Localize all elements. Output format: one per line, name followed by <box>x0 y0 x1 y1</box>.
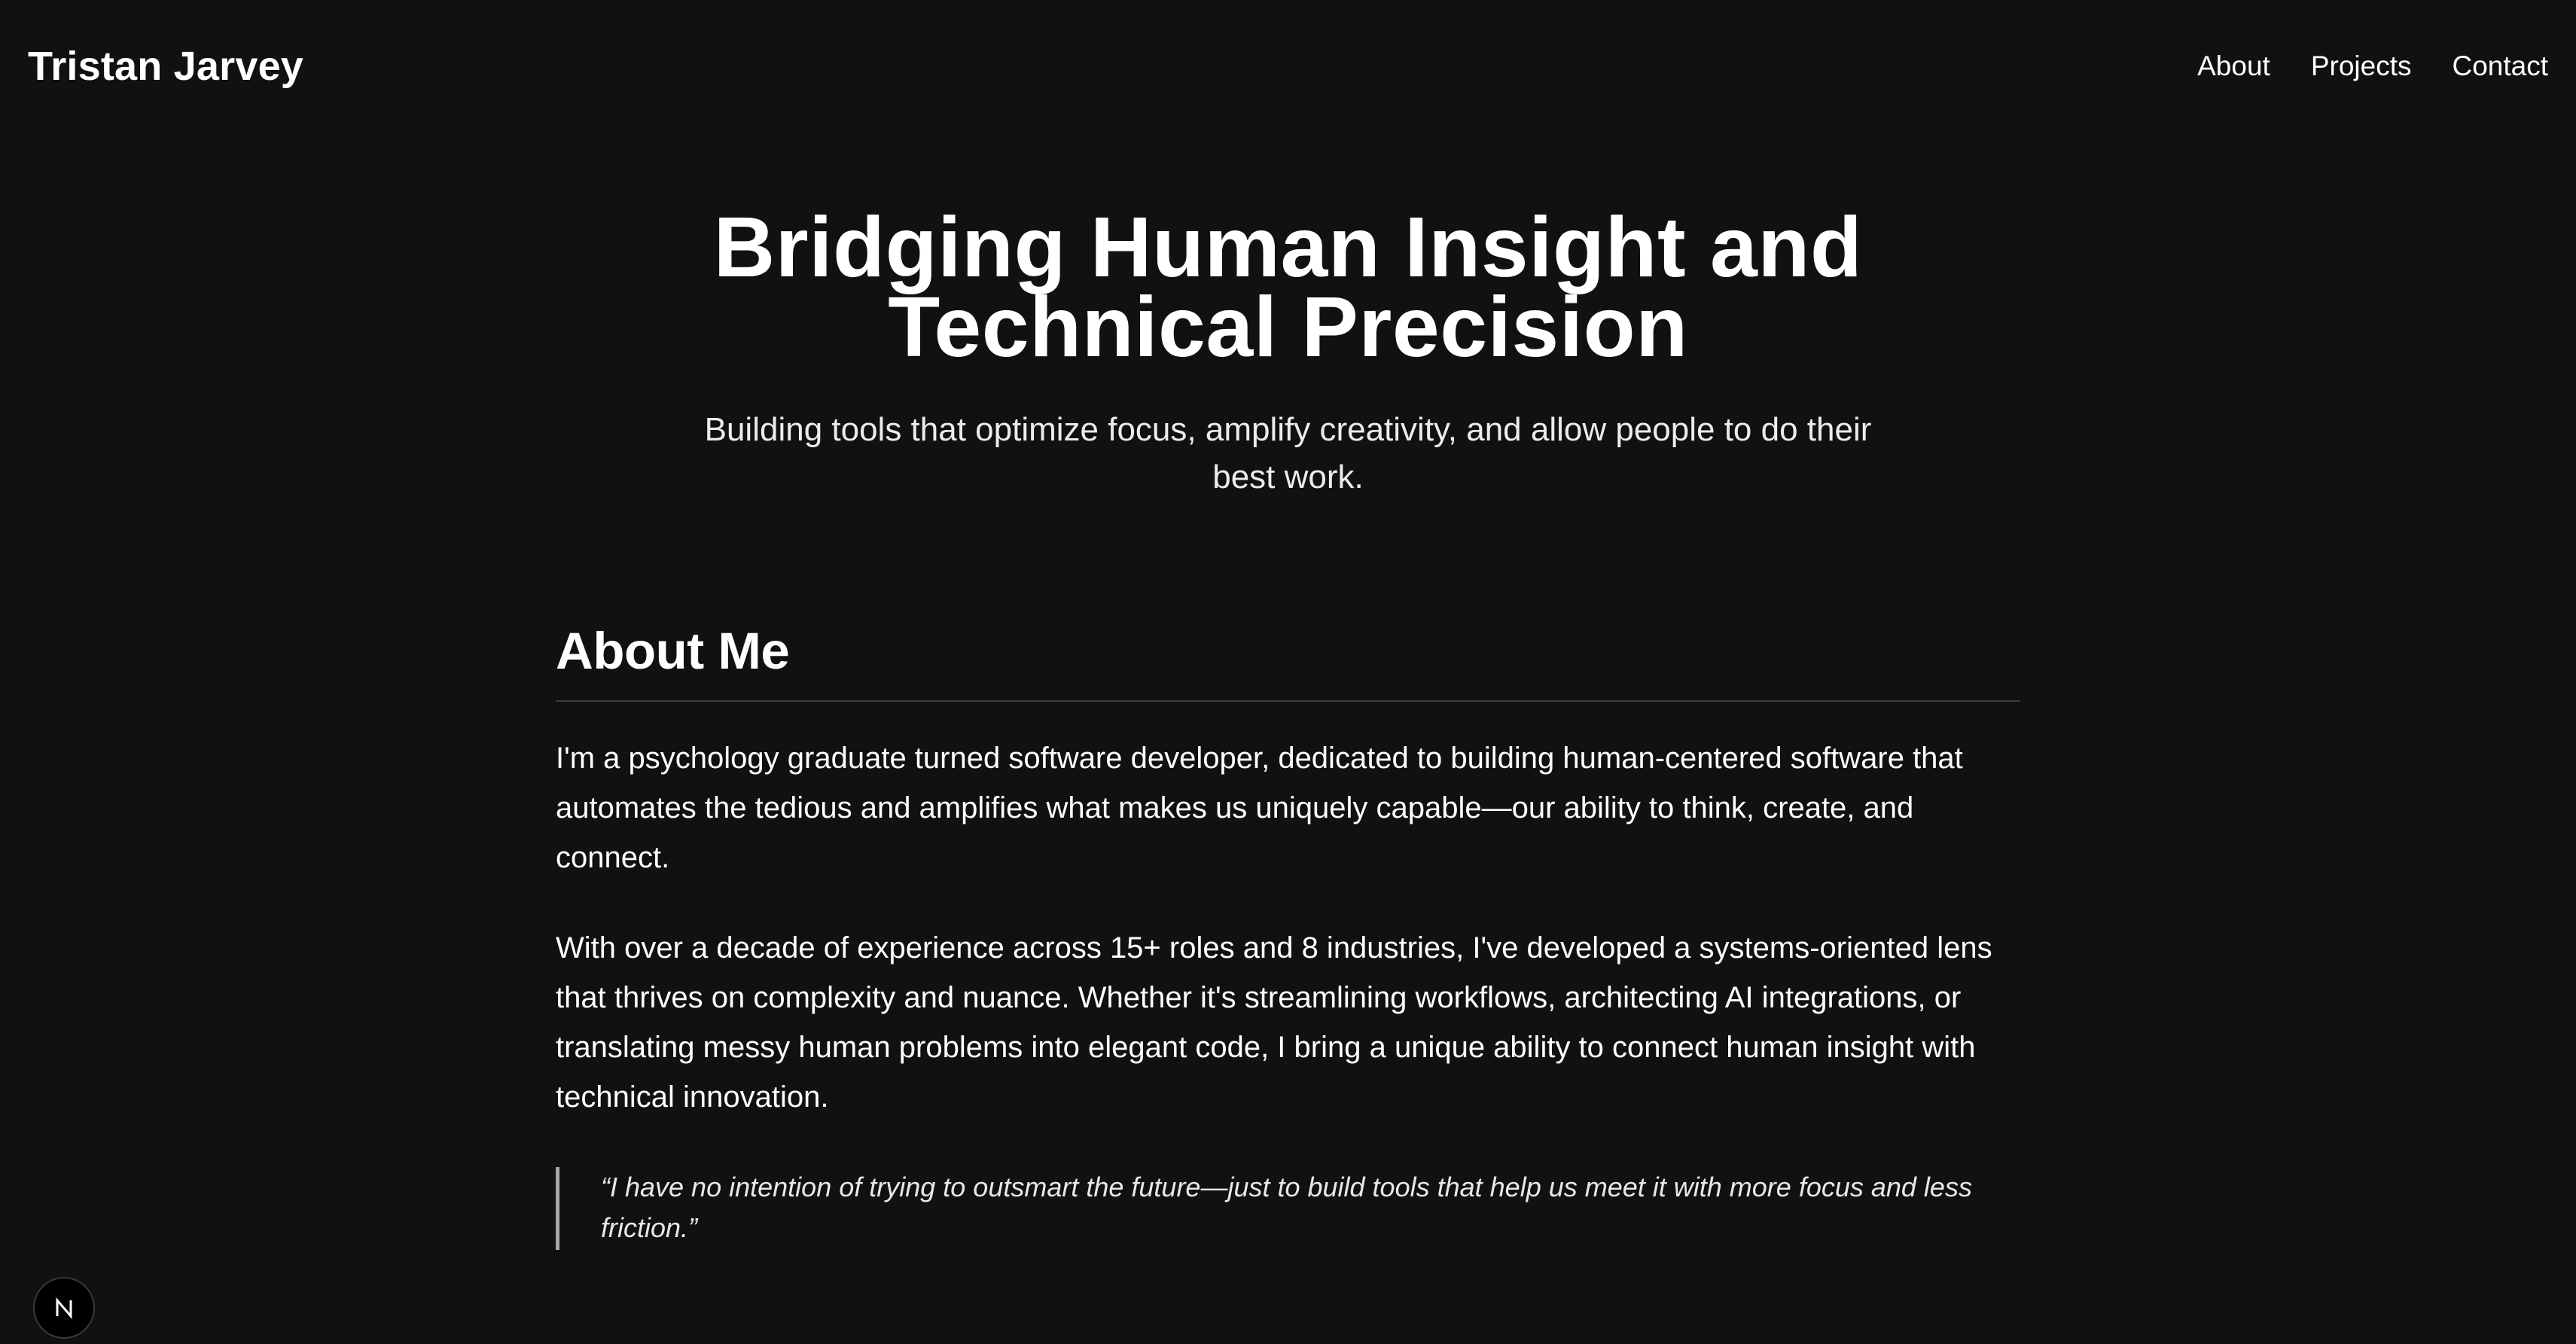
about-paragraph-1: I'm a psychology graduate turned softwar… <box>556 742 1963 874</box>
about-quote-text: “I have no intention of trying to outsma… <box>601 1172 1972 1243</box>
nav-link-projects[interactable]: Projects <box>2311 50 2412 82</box>
page: Tristan Jarvey About Projects Contact Br… <box>0 0 2576 1344</box>
dev-tools-badge[interactable] <box>33 1277 95 1339</box>
site-header: Tristan Jarvey About Projects Contact <box>0 0 2576 132</box>
about-quote: “I have no intention of trying to outsma… <box>556 1167 2020 1250</box>
about-section: About Me I'm a psychology graduate turne… <box>556 616 2020 1250</box>
n-logo-icon <box>56 1297 72 1320</box>
hero-section: Bridging Human Insight and Technical Pre… <box>0 200 2576 501</box>
hero-subtitle: Building tools that optimize focus, ampl… <box>704 411 1872 495</box>
nav-link-about[interactable]: About <box>2197 50 2270 82</box>
about-heading: About Me <box>556 616 2020 702</box>
hero-title: Bridging Human Insight and Technical Pre… <box>713 200 1863 374</box>
nav-link-contact[interactable]: Contact <box>2452 50 2548 82</box>
main-nav: About Projects Contact <box>2197 50 2548 82</box>
about-paragraph-2: With over a decade of experience across … <box>556 931 1992 1114</box>
brand-logo-link[interactable]: Tristan Jarvey <box>28 43 303 90</box>
